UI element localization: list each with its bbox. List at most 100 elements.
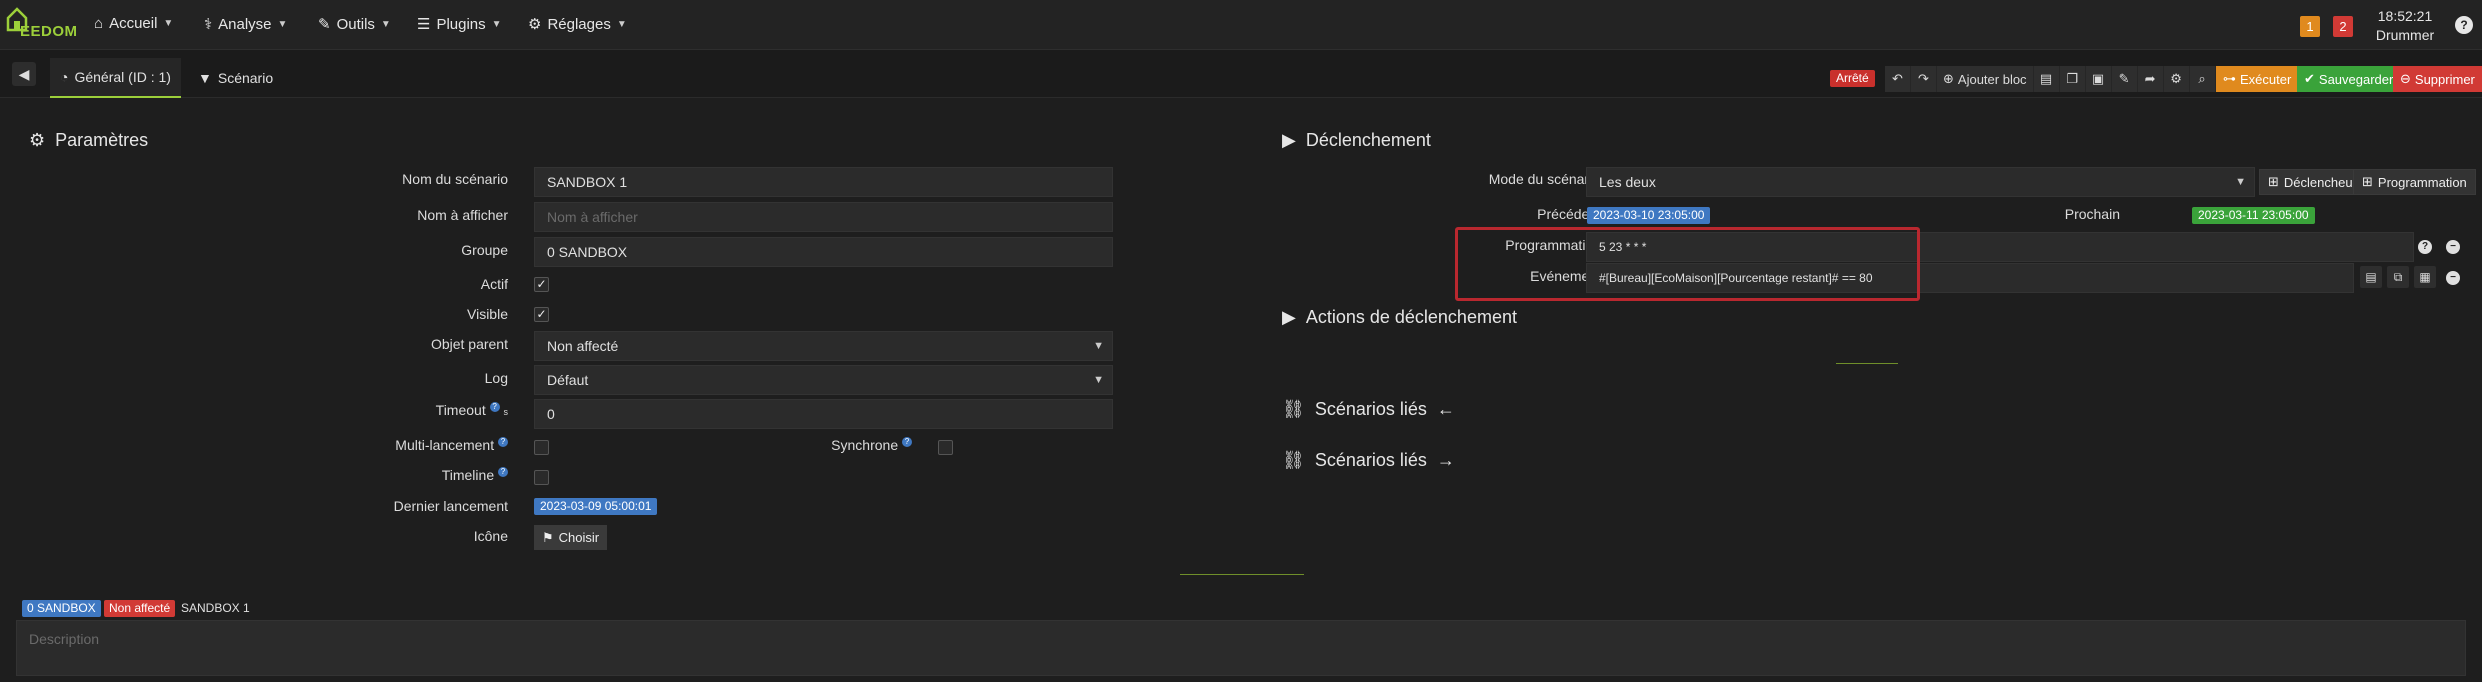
trigger-title: ▶ Déclenchement <box>1282 130 1431 151</box>
question-icon[interactable]: ? <box>2418 240 2432 254</box>
visible-checkbox[interactable]: ✓ <box>534 307 549 322</box>
caret-down-icon: ▼ <box>1093 374 1104 386</box>
save-button[interactable]: ✔ Sauvegarder <box>2297 66 2401 92</box>
scenario-name-label: Nom du scénario <box>402 171 508 187</box>
nav-plugins[interactable]: ☰ Plugins ▼ <box>417 15 502 34</box>
last-run-label: Dernier lancement <box>393 498 508 514</box>
caret-down-icon: ▼ <box>616 18 627 30</box>
undo-button[interactable]: ↶ <box>1885 66 1911 92</box>
actions-title: ▶ Actions de déclenchement <box>1282 307 1517 328</box>
edit-icon: ✎ <box>2118 71 2130 86</box>
add-block-button[interactable]: ⊕ Ajouter bloc <box>1937 66 2034 92</box>
timeline-label: Timeline ? <box>300 467 508 483</box>
next-date-badge: 2023-03-11 23:05:00 <box>2192 207 2315 224</box>
highlight-box <box>1455 227 1920 301</box>
remove-event-icon[interactable]: − <box>2446 271 2460 285</box>
description-textarea[interactable]: Description <box>16 620 2466 676</box>
timeline-checkbox[interactable] <box>534 470 549 485</box>
linked-in-text: Scénarios liés <box>1314 399 1427 419</box>
display-name-label: Nom à afficher <box>417 207 508 223</box>
list-alt-icon[interactable]: ▤ <box>2360 266 2382 288</box>
check-circle-icon: ✔ <box>2304 71 2315 86</box>
nav-plugins-label: Plugins <box>436 15 486 33</box>
group-tag: 0 SANDBOX <box>22 600 101 617</box>
nav-analyse[interactable]: ⚕ Analyse ▼ <box>204 15 287 34</box>
log-label: Log <box>484 370 508 386</box>
filter-icon: ▼ <box>198 70 212 86</box>
actions-title-text: Actions de déclenchement <box>1305 307 1517 327</box>
parent-object-select[interactable]: Non affecté ▼ <box>534 331 1113 361</box>
nav-analyse-label: Analyse <box>218 15 272 33</box>
nav-reglages[interactable]: ⚙ Réglages ▼ <box>528 15 627 34</box>
question-icon[interactable]: ? <box>498 467 508 478</box>
choose-icon-button[interactable]: ⚑ Choisir <box>534 525 608 550</box>
nav-accueil-label: Accueil <box>109 15 158 32</box>
sync-label: Synchrone ? <box>780 437 912 453</box>
arrow-left-icon: ◀ <box>18 66 30 82</box>
add-trigger-label: Déclencheur <box>2283 174 2357 190</box>
parent-object-label: Objet parent <box>430 336 508 352</box>
multi-launch-label-text: Multi-lancement <box>395 437 495 453</box>
params-title-text: Paramètres <box>55 130 149 150</box>
run-button[interactable]: ⊶ Exécuter <box>2216 66 2299 92</box>
dashboard-icon: ◔ <box>60 69 69 85</box>
link-icon: ⛓ <box>1282 399 1305 419</box>
help-icon[interactable]: ? <box>2455 16 2473 34</box>
plus-circle-icon: ⊕ <box>1943 71 1954 86</box>
flag-icon: ⚑ <box>542 529 554 545</box>
delete-label: Supprimer <box>2414 71 2475 87</box>
copy-button[interactable]: ❐ <box>2059 66 2086 92</box>
scenario-name-input[interactable]: SANDBOX 1 <box>534 167 1113 197</box>
scenario-name-tag: SANDBOX 1 <box>181 601 250 615</box>
add-schedule-label: Programmation <box>2377 174 2467 190</box>
notification-badge-orange[interactable]: 1 <box>2300 16 2320 37</box>
question-icon[interactable]: ? <box>489 402 500 413</box>
share-button[interactable]: ➦ <box>2137 66 2164 92</box>
timeout-unit: s <box>503 407 509 417</box>
delete-button[interactable]: ⊖ Supprimer <box>2393 66 2482 92</box>
logo-text: EEDOM <box>20 23 78 40</box>
file-button[interactable]: ▤ <box>2033 66 2060 92</box>
multi-launch-checkbox[interactable] <box>534 440 549 455</box>
copy-icon: ❐ <box>2066 71 2078 86</box>
undo-icon: ↶ <box>1892 71 1903 86</box>
question-icon[interactable]: ? <box>902 437 912 448</box>
add-schedule-button[interactable]: ⊞ Programmation <box>2353 169 2476 195</box>
log-select[interactable]: Défaut ▼ <box>534 365 1113 395</box>
nav-outils[interactable]: ✎ Outils ▼ <box>318 15 391 34</box>
mode-select[interactable]: Les deux ▼ <box>1586 167 2255 197</box>
toolbar-actions: ↶ ↷ ⊕ Ajouter bloc ▤ ❐ ▣ ✎ ➦ ⚙ ⌕ <box>1885 66 2216 92</box>
settings-button[interactable]: ⚙ <box>2163 66 2190 92</box>
tab-general-label: Général (ID : 1) <box>74 69 171 85</box>
linked-scenarios-out[interactable]: ⛓ Scénarios liés → <box>1282 450 1455 471</box>
display-name-input[interactable]: Nom à afficher <box>534 202 1113 232</box>
calculator-icon[interactable]: ▦ <box>2414 266 2436 288</box>
timeout-input[interactable]: 0 <box>534 399 1113 429</box>
arrow-left-icon: ← <box>1436 399 1455 419</box>
image-button[interactable]: ▣ <box>2085 66 2112 92</box>
params-title: ⚙ Paramètres <box>29 130 148 151</box>
user-name: Drummer <box>2375 27 2435 43</box>
nav-accueil[interactable]: ⌂ Accueil ▼ <box>94 15 173 32</box>
remove-schedule-icon[interactable]: − <box>2446 240 2460 254</box>
jeedom-logo[interactable]: EEDOM <box>6 6 77 44</box>
clock-user[interactable]: 18:52:21 Drummer <box>2370 7 2440 45</box>
clock-time: 18:52:21 <box>2377 8 2433 24</box>
active-checkbox[interactable]: ✓ <box>534 277 549 292</box>
back-button[interactable]: ◀ <box>12 62 36 86</box>
save-label: Sauvegarder <box>2318 71 2394 87</box>
tab-general[interactable]: ◔ Général (ID : 1) <box>50 58 181 98</box>
cubes-icon[interactable]: ⧉ <box>2387 266 2409 288</box>
redo-button[interactable]: ↷ <box>1911 66 1937 92</box>
group-input[interactable]: 0 SANDBOX <box>534 237 1113 267</box>
add-trigger-button[interactable]: ⊞ Déclencheur <box>2259 169 2366 195</box>
search-button[interactable]: ⌕ <box>2189 66 2216 92</box>
edit-button[interactable]: ✎ <box>2111 66 2138 92</box>
linked-out-text: Scénarios liés <box>1314 450 1427 470</box>
linked-scenarios-in[interactable]: ⛓ Scénarios liés ← <box>1282 399 1455 420</box>
notification-badge-red[interactable]: 2 <box>2333 16 2353 37</box>
sync-checkbox[interactable] <box>938 440 953 455</box>
tab-scenario[interactable]: ▼ Scénario <box>188 58 283 98</box>
question-icon[interactable]: ? <box>498 437 508 448</box>
gear-icon: ⚙ <box>528 16 542 33</box>
